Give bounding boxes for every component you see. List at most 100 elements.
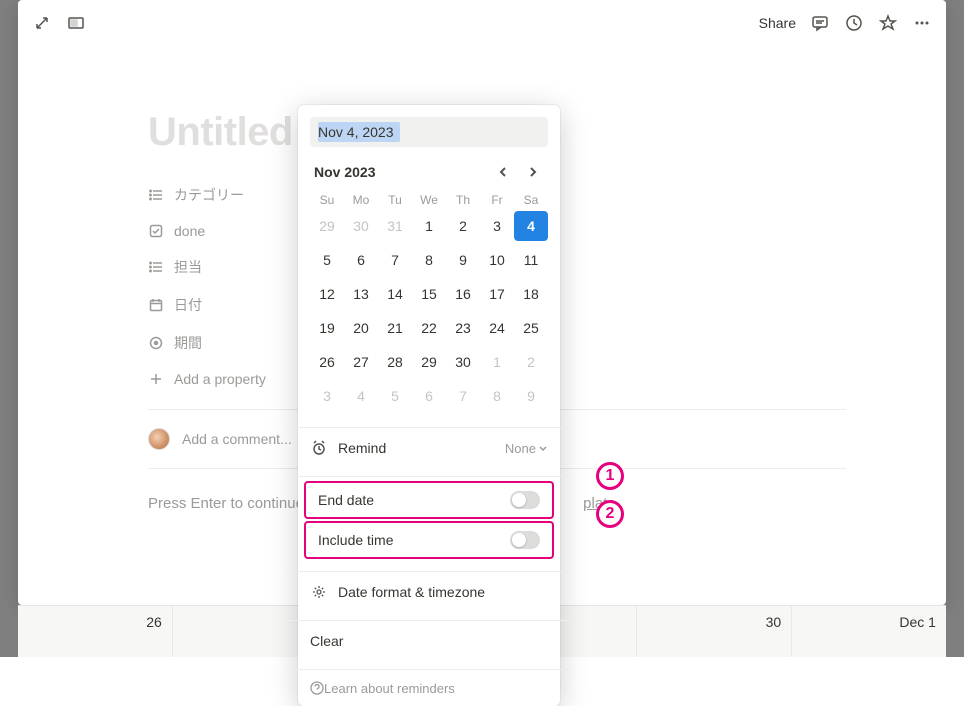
- property-label: 期間: [174, 333, 202, 353]
- clear-label: Clear: [310, 633, 343, 649]
- calendar-day[interactable]: 6: [344, 245, 378, 275]
- dow-label: We: [412, 193, 446, 207]
- date-format-label: Date format & timezone: [338, 584, 485, 600]
- calendar-day[interactable]: 15: [412, 279, 446, 309]
- calendar-day[interactable]: 30: [344, 211, 378, 241]
- annotation-2: 2: [596, 500, 624, 528]
- share-button[interactable]: Share: [759, 15, 796, 31]
- calendar-day[interactable]: 10: [480, 245, 514, 275]
- calendar-day[interactable]: 29: [310, 211, 344, 241]
- calendar-day[interactable]: 16: [446, 279, 480, 309]
- calendar-day[interactable]: 13: [344, 279, 378, 309]
- clock-icon: [310, 440, 328, 456]
- more-icon[interactable]: [912, 13, 932, 33]
- calendar-day[interactable]: 7: [446, 381, 480, 411]
- calendar-day[interactable]: 8: [412, 245, 446, 275]
- prev-month-button[interactable]: [492, 161, 514, 183]
- calendar-strip-cell[interactable]: 26: [18, 606, 173, 657]
- calendar-day[interactable]: 18: [514, 279, 548, 309]
- remind-label: Remind: [338, 440, 386, 456]
- day-of-week-header: SuMoTuWeThFrSa: [310, 193, 548, 207]
- comments-icon[interactable]: [810, 13, 830, 33]
- dow-label: Sa: [514, 193, 548, 207]
- calendar-day[interactable]: 1: [480, 347, 514, 377]
- calendar-day[interactable]: 20: [344, 313, 378, 343]
- end-date-toggle[interactable]: [510, 491, 540, 509]
- dow-label: Fr: [480, 193, 514, 207]
- date-input[interactable]: [310, 117, 548, 147]
- date-format-row[interactable]: Date format & timezone: [298, 572, 560, 612]
- end-date-label: End date: [318, 492, 374, 508]
- calendar-grid: 2930311234567891011121314151617181920212…: [310, 211, 548, 411]
- calendar-day[interactable]: 3: [480, 211, 514, 241]
- dow-label: Th: [446, 193, 480, 207]
- calendar-day[interactable]: 11: [514, 245, 548, 275]
- checkbox-icon: [148, 223, 164, 239]
- calendar-day[interactable]: 4: [514, 211, 548, 241]
- calendar-day[interactable]: 6: [412, 381, 446, 411]
- calendar-day[interactable]: 5: [378, 381, 412, 411]
- calendar-strip-cell[interactable]: 30: [637, 606, 792, 657]
- date-input-wrap: [310, 117, 548, 147]
- calendar-day[interactable]: 2: [514, 347, 548, 377]
- calendar-day[interactable]: 2: [446, 211, 480, 241]
- calendar-day[interactable]: 24: [480, 313, 514, 343]
- include-time-row[interactable]: Include time: [306, 523, 552, 557]
- property-label: 担当: [174, 257, 202, 277]
- target-icon: [148, 335, 164, 351]
- property-label: カテゴリー: [174, 185, 244, 205]
- calendar-day[interactable]: 21: [378, 313, 412, 343]
- calendar-strip-cell[interactable]: Dec 1: [792, 606, 946, 657]
- next-month-button[interactable]: [522, 161, 544, 183]
- end-date-highlight: End date: [304, 481, 554, 519]
- topbar: Share: [18, 0, 946, 46]
- expand-icon[interactable]: [32, 13, 52, 33]
- comment-placeholder: Add a comment...: [182, 431, 292, 447]
- include-time-toggle[interactable]: [510, 531, 540, 549]
- calendar-day[interactable]: 19: [310, 313, 344, 343]
- add-property-button[interactable]: Add a property: [174, 371, 266, 387]
- calendar-day[interactable]: 30: [446, 347, 480, 377]
- gear-icon: [310, 584, 328, 600]
- calendar-day[interactable]: 22: [412, 313, 446, 343]
- calendar-day[interactable]: 29: [412, 347, 446, 377]
- calendar-day[interactable]: 8: [480, 381, 514, 411]
- calendar-day[interactable]: 1: [412, 211, 446, 241]
- learn-reminders-label: Learn about reminders: [324, 681, 455, 696]
- calendar-day[interactable]: 25: [514, 313, 548, 343]
- date-picker: Nov 2023 SuMoTuWeThFrSa 2930311234567891…: [298, 105, 560, 706]
- calendar-day[interactable]: 23: [446, 313, 480, 343]
- calendar-day[interactable]: 31: [378, 211, 412, 241]
- calendar-icon: [148, 297, 164, 313]
- property-label: 日付: [174, 295, 202, 315]
- calendar-day[interactable]: 4: [344, 381, 378, 411]
- plus-icon: [148, 371, 164, 387]
- favorite-icon[interactable]: [878, 13, 898, 33]
- calendar-day[interactable]: 17: [480, 279, 514, 309]
- list-icon: [148, 187, 164, 203]
- property-label: done: [174, 223, 205, 239]
- calendar-day[interactable]: 9: [446, 245, 480, 275]
- dow-label: Su: [310, 193, 344, 207]
- calendar-day[interactable]: 28: [378, 347, 412, 377]
- calendar-day[interactable]: 9: [514, 381, 548, 411]
- dow-label: Tu: [378, 193, 412, 207]
- calendar-day[interactable]: 26: [310, 347, 344, 377]
- calendar-day[interactable]: 27: [344, 347, 378, 377]
- learn-reminders-row[interactable]: Learn about reminders: [298, 670, 560, 706]
- updates-icon[interactable]: [844, 13, 864, 33]
- avatar: [148, 428, 170, 450]
- include-time-highlight: Include time: [304, 521, 554, 559]
- list-icon: [148, 259, 164, 275]
- peek-mode-icon[interactable]: [66, 13, 86, 33]
- month-label: Nov 2023: [314, 164, 375, 180]
- include-time-label: Include time: [318, 532, 393, 548]
- calendar-day[interactable]: 12: [310, 279, 344, 309]
- clear-row[interactable]: Clear: [298, 621, 560, 661]
- remind-row[interactable]: Remind None: [298, 428, 560, 468]
- calendar-day[interactable]: 7: [378, 245, 412, 275]
- end-date-row[interactable]: End date: [306, 483, 552, 517]
- calendar-day[interactable]: 5: [310, 245, 344, 275]
- calendar-day[interactable]: 3: [310, 381, 344, 411]
- calendar-day[interactable]: 14: [378, 279, 412, 309]
